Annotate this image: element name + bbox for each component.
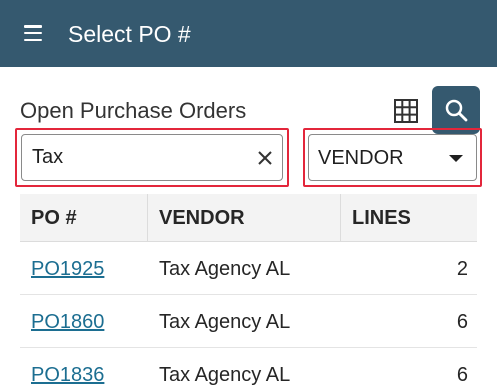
table-row[interactable]: PO1925 Tax Agency AL 2 [20, 243, 477, 295]
vendor-cell: Tax Agency AL [159, 258, 291, 280]
column-divider [147, 194, 148, 242]
search-button[interactable] [432, 86, 480, 134]
search-icon [445, 99, 468, 122]
close-icon[interactable] [256, 149, 274, 167]
column-header-po[interactable]: PO # [31, 194, 77, 242]
search-input[interactable] [32, 135, 242, 180]
lines-cell: 6 [456, 311, 468, 333]
table-row[interactable]: PO1860 Tax Agency AL 6 [20, 296, 477, 348]
column-header-vendor[interactable]: VENDOR [159, 194, 245, 242]
vendor-cell: Tax Agency AL [159, 364, 291, 386]
column-divider [340, 194, 341, 242]
section-title: Open Purchase Orders [20, 98, 247, 123]
search-field [21, 134, 283, 181]
grid-icon[interactable] [394, 99, 418, 123]
po-link[interactable]: PO1860 [31, 296, 104, 348]
table-header: PO # VENDOR LINES [20, 194, 477, 242]
hamburger-icon[interactable] [24, 25, 42, 41]
page-title: Select PO # [68, 21, 191, 47]
vendor-cell: Tax Agency AL [159, 311, 291, 333]
search-field-select[interactable]: VENDOR [308, 134, 477, 181]
po-link[interactable]: PO1836 [31, 349, 104, 391]
table-row[interactable]: PO1836 Tax Agency AL 6 [20, 349, 477, 391]
lines-cell: 6 [456, 364, 468, 386]
column-header-lines[interactable]: LINES [352, 194, 411, 242]
lines-cell: 2 [456, 258, 468, 280]
app-header: Select PO # [0, 0, 497, 67]
caret-down-icon [449, 155, 463, 162]
select-value: VENDOR [318, 147, 404, 169]
po-link[interactable]: PO1925 [31, 243, 104, 295]
